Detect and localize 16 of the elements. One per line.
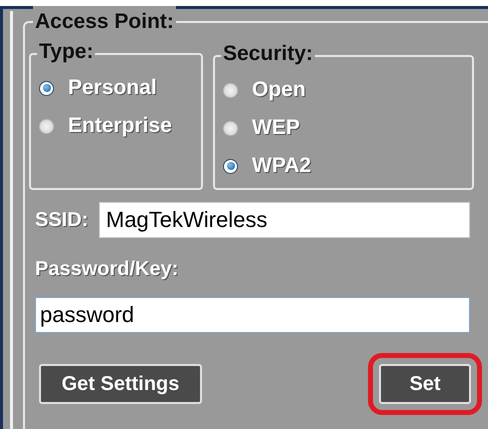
field-label: SSID:	[35, 208, 90, 233]
action-button[interactable]: Set	[379, 364, 471, 404]
option-label: Personal	[68, 75, 157, 102]
option-label: WPA2	[252, 153, 312, 180]
option-label: Enterprise	[68, 113, 172, 140]
field-label: Password/Key:	[35, 257, 180, 282]
ssid-field[interactable]: MagTekWireless	[99, 202, 470, 238]
password-field[interactable]: password	[35, 297, 470, 333]
option-label: Open	[252, 77, 306, 104]
radio-button[interactable]	[223, 82, 238, 98]
option-label: WEP	[252, 115, 300, 142]
action-button[interactable]: Get Settings	[39, 364, 202, 404]
radio-button[interactable]	[39, 118, 54, 134]
radio-button[interactable]	[223, 120, 238, 136]
radio-button[interactable]	[39, 80, 54, 96]
radio-button[interactable]	[223, 158, 238, 174]
